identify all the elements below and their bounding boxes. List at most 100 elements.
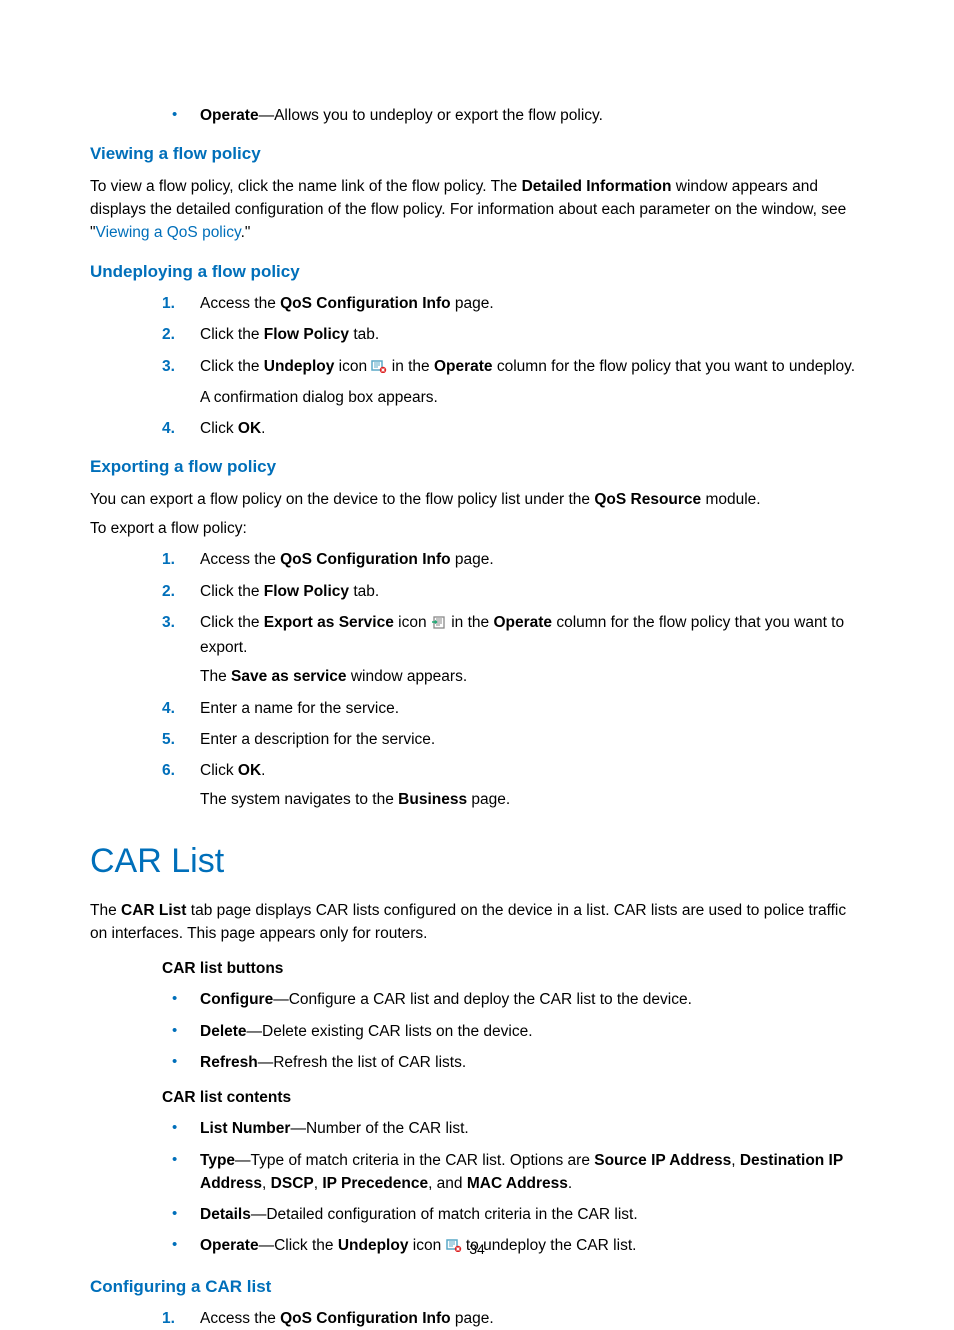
text-bold: Detailed Information	[522, 178, 672, 195]
text-bold: Operate	[434, 358, 493, 375]
heading-viewing: Viewing a flow policy	[90, 141, 864, 167]
text: Enter a name for the service.	[200, 700, 399, 717]
term: Refresh	[200, 1054, 258, 1071]
text: The	[90, 902, 121, 919]
text: Click	[200, 420, 238, 437]
text-bold: CAR List	[121, 902, 186, 919]
text-bold: Source IP Address	[594, 1152, 731, 1169]
text: Click the	[200, 614, 264, 631]
step: 1. Access the QoS Configuration Info pag…	[162, 1307, 864, 1330]
step-number: 1.	[162, 1307, 175, 1330]
text: Enter a description for the service.	[200, 731, 435, 748]
desc: —Detailed configuration of match criteri…	[251, 1206, 638, 1223]
page: Operate—Allows you to undeploy or export…	[0, 0, 954, 1296]
desc: —Allows you to undeploy or export the fl…	[259, 107, 603, 124]
text: Click the	[200, 326, 264, 343]
text-bold: DSCP	[271, 1175, 314, 1192]
step: 3. Click the Export as Service icon in t…	[162, 611, 864, 689]
text-bold: OK	[238, 420, 261, 437]
term: Delete	[200, 1023, 247, 1040]
step: 4. Click OK.	[162, 417, 864, 440]
text: page.	[467, 791, 510, 808]
text: —Type of match criteria in the CAR list.…	[235, 1152, 594, 1169]
desc: —Refresh the list of CAR lists.	[258, 1054, 466, 1071]
text: column for the flow policy that you want…	[493, 358, 855, 375]
carlist-buttons: Configure—Configure a CAR list and deplo…	[162, 988, 864, 1074]
desc: —Number of the CAR list.	[290, 1120, 468, 1137]
undeploying-steps: 1. Access the QoS Configuration Info pag…	[162, 292, 864, 440]
text-bold: Export as Service	[264, 614, 394, 631]
text-bold: MAC Address	[467, 1175, 568, 1192]
text: Click the	[200, 583, 264, 600]
list-item: Delete—Delete existing CAR lists on the …	[162, 1020, 864, 1043]
term: Operate	[200, 107, 259, 124]
text: , and	[428, 1175, 467, 1192]
page-number: 34	[0, 1239, 954, 1260]
undeploy-icon	[371, 357, 387, 380]
step-number: 6.	[162, 759, 175, 782]
text: in the	[387, 358, 434, 375]
step-number: 4.	[162, 697, 175, 720]
heading-car-list: CAR List	[90, 836, 864, 887]
text: The system navigates to the	[200, 791, 398, 808]
exporting-intro2: To export a flow policy:	[90, 517, 864, 540]
desc: —Delete existing CAR lists on the device…	[247, 1023, 533, 1040]
text: Access the	[200, 551, 280, 568]
step: 3. Click the Undeploy icon in the Operat…	[162, 355, 864, 410]
carlist-buttons-label: CAR list buttons	[162, 957, 864, 980]
export-icon	[431, 613, 447, 636]
step-sub: The system navigates to the Business pag…	[200, 788, 864, 811]
text-bold: Undeploy	[264, 358, 335, 375]
intro-bullets: Operate—Allows you to undeploy or export…	[162, 104, 864, 127]
text-bold: Flow Policy	[264, 326, 349, 343]
text: page.	[451, 295, 494, 312]
text: ,	[731, 1152, 740, 1169]
text: tab.	[349, 326, 379, 343]
step-number: 4.	[162, 417, 175, 440]
list-item: Type—Type of match criteria in the CAR l…	[162, 1149, 864, 1196]
list-item: List Number—Number of the CAR list.	[162, 1117, 864, 1140]
step-sub: A confirmation dialog box appears.	[200, 386, 864, 409]
heading-undeploying: Undeploying a flow policy	[90, 259, 864, 285]
text-bold: Save as service	[231, 668, 347, 685]
term: Type	[200, 1152, 235, 1169]
list-item: Details—Detailed configuration of match …	[162, 1203, 864, 1226]
step: 5. Enter a description for the service.	[162, 728, 864, 751]
text: You can export a flow policy on the devi…	[90, 491, 594, 508]
text-bold: Operate	[493, 614, 552, 631]
term: Configure	[200, 991, 273, 1008]
text-bold: QoS Resource	[594, 491, 701, 508]
text-bold: IP Precedence	[322, 1175, 428, 1192]
step: 6. Click OK. The system navigates to the…	[162, 759, 864, 812]
step: 1. Access the QoS Configuration Info pag…	[162, 292, 864, 315]
step-number: 2.	[162, 580, 175, 603]
text: ."	[241, 224, 251, 241]
text: The	[200, 668, 231, 685]
list-item: Operate—Allows you to undeploy or export…	[162, 104, 864, 127]
step: 1. Access the QoS Configuration Info pag…	[162, 548, 864, 571]
link-viewing-qos-policy[interactable]: Viewing a QoS policy	[96, 224, 241, 241]
step-number: 3.	[162, 611, 175, 634]
text: Access the	[200, 295, 280, 312]
heading-exporting: Exporting a flow policy	[90, 454, 864, 480]
text-bold: QoS Configuration Info	[280, 295, 450, 312]
desc: —Configure a CAR list and deploy the CAR…	[273, 991, 692, 1008]
text: module.	[701, 491, 760, 508]
step-number: 1.	[162, 292, 175, 315]
term: List Number	[200, 1120, 290, 1137]
heading-configuring: Configuring a CAR list	[90, 1274, 864, 1300]
text-bold: CAR list contents	[162, 1089, 291, 1106]
list-item: Refresh—Refresh the list of CAR lists.	[162, 1051, 864, 1074]
text: page.	[451, 1310, 494, 1327]
step-number: 3.	[162, 355, 175, 378]
exporting-steps: 1. Access the QoS Configuration Info pag…	[162, 548, 864, 811]
step: 2. Click the Flow Policy tab.	[162, 580, 864, 603]
carlist-intro: The CAR List tab page displays CAR lists…	[90, 899, 864, 946]
text-bold: Flow Policy	[264, 583, 349, 600]
text-bold: QoS Configuration Info	[280, 1310, 450, 1327]
step-number: 1.	[162, 548, 175, 571]
list-item: Configure—Configure a CAR list and deplo…	[162, 988, 864, 1011]
term: Details	[200, 1206, 251, 1223]
text: Click the	[200, 358, 264, 375]
exporting-intro1: You can export a flow policy on the devi…	[90, 488, 864, 511]
